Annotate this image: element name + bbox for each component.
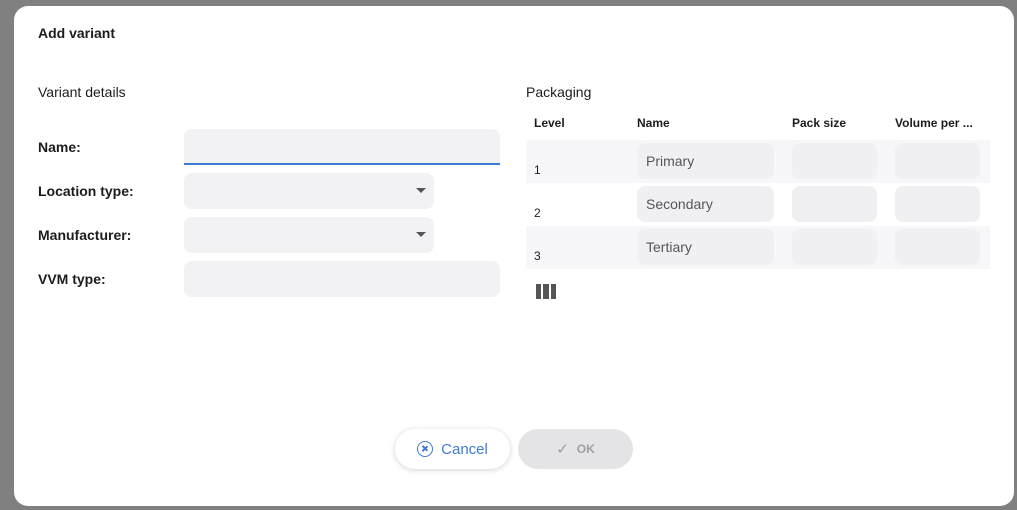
location-type-label: Location type:	[38, 183, 134, 199]
vvm-type-label: VVM type:	[38, 271, 106, 287]
packaging-table: Level Name Pack size Volume per ... 1 Pr…	[526, 108, 990, 269]
cancel-button[interactable]: Cancel	[395, 429, 510, 469]
vvm-type-input[interactable]	[184, 261, 500, 297]
column-header-pack-size[interactable]: Pack size	[792, 116, 846, 130]
row-volume-input[interactable]	[895, 186, 980, 222]
row-volume-input[interactable]	[895, 229, 980, 265]
manufacturer-select[interactable]	[184, 217, 434, 253]
row-pack-size-input[interactable]	[792, 186, 877, 222]
table-row: 1 Primary	[526, 140, 990, 183]
cancel-circle-icon	[417, 441, 434, 457]
caret-down-icon	[416, 188, 426, 193]
row-level: 1	[534, 163, 541, 177]
row-name-input[interactable]: Secondary	[637, 186, 774, 222]
checkmark-icon: ✓	[556, 441, 569, 458]
name-label: Name:	[38, 139, 81, 155]
column-header-volume[interactable]: Volume per ...	[895, 116, 973, 130]
column-header-level[interactable]: Level	[534, 116, 565, 130]
name-input[interactable]	[184, 129, 500, 165]
ok-label: OK	[576, 442, 595, 456]
manufacturer-row: Manufacturer:	[38, 217, 500, 253]
column-bar	[536, 284, 542, 299]
table-row: 2 Secondary	[526, 183, 990, 226]
row-level: 3	[534, 249, 541, 263]
row-name-input[interactable]: Primary	[637, 143, 774, 179]
row-pack-size-input[interactable]	[792, 143, 877, 179]
location-type-select[interactable]	[184, 173, 434, 209]
variant-details-title: Variant details	[38, 84, 126, 100]
table-row: 3 Tertiary	[526, 226, 990, 269]
row-name-input[interactable]: Tertiary	[637, 229, 774, 265]
manufacturer-label: Manufacturer:	[38, 227, 132, 243]
packaging-title: Packaging	[526, 84, 592, 100]
caret-down-icon	[416, 232, 426, 237]
ok-button[interactable]: ✓ OK	[518, 429, 633, 469]
column-header-name[interactable]: Name	[637, 116, 670, 130]
column-bar	[543, 284, 549, 299]
dialog-title: Add variant	[38, 25, 116, 41]
row-volume-input[interactable]	[895, 143, 980, 179]
row-pack-size-input[interactable]	[792, 229, 877, 265]
name-row: Name:	[38, 129, 500, 165]
table-header: Level Name Pack size Volume per ...	[526, 108, 990, 140]
vvm-type-row: VVM type:	[38, 261, 500, 297]
row-level: 2	[534, 206, 541, 220]
column-bar	[550, 284, 556, 299]
add-variant-dialog: Add variant Variant details Name: Locati…	[14, 6, 1014, 506]
location-type-row: Location type:	[38, 173, 500, 209]
cancel-label: Cancel	[441, 440, 488, 458]
columns-icon[interactable]	[536, 284, 556, 299]
